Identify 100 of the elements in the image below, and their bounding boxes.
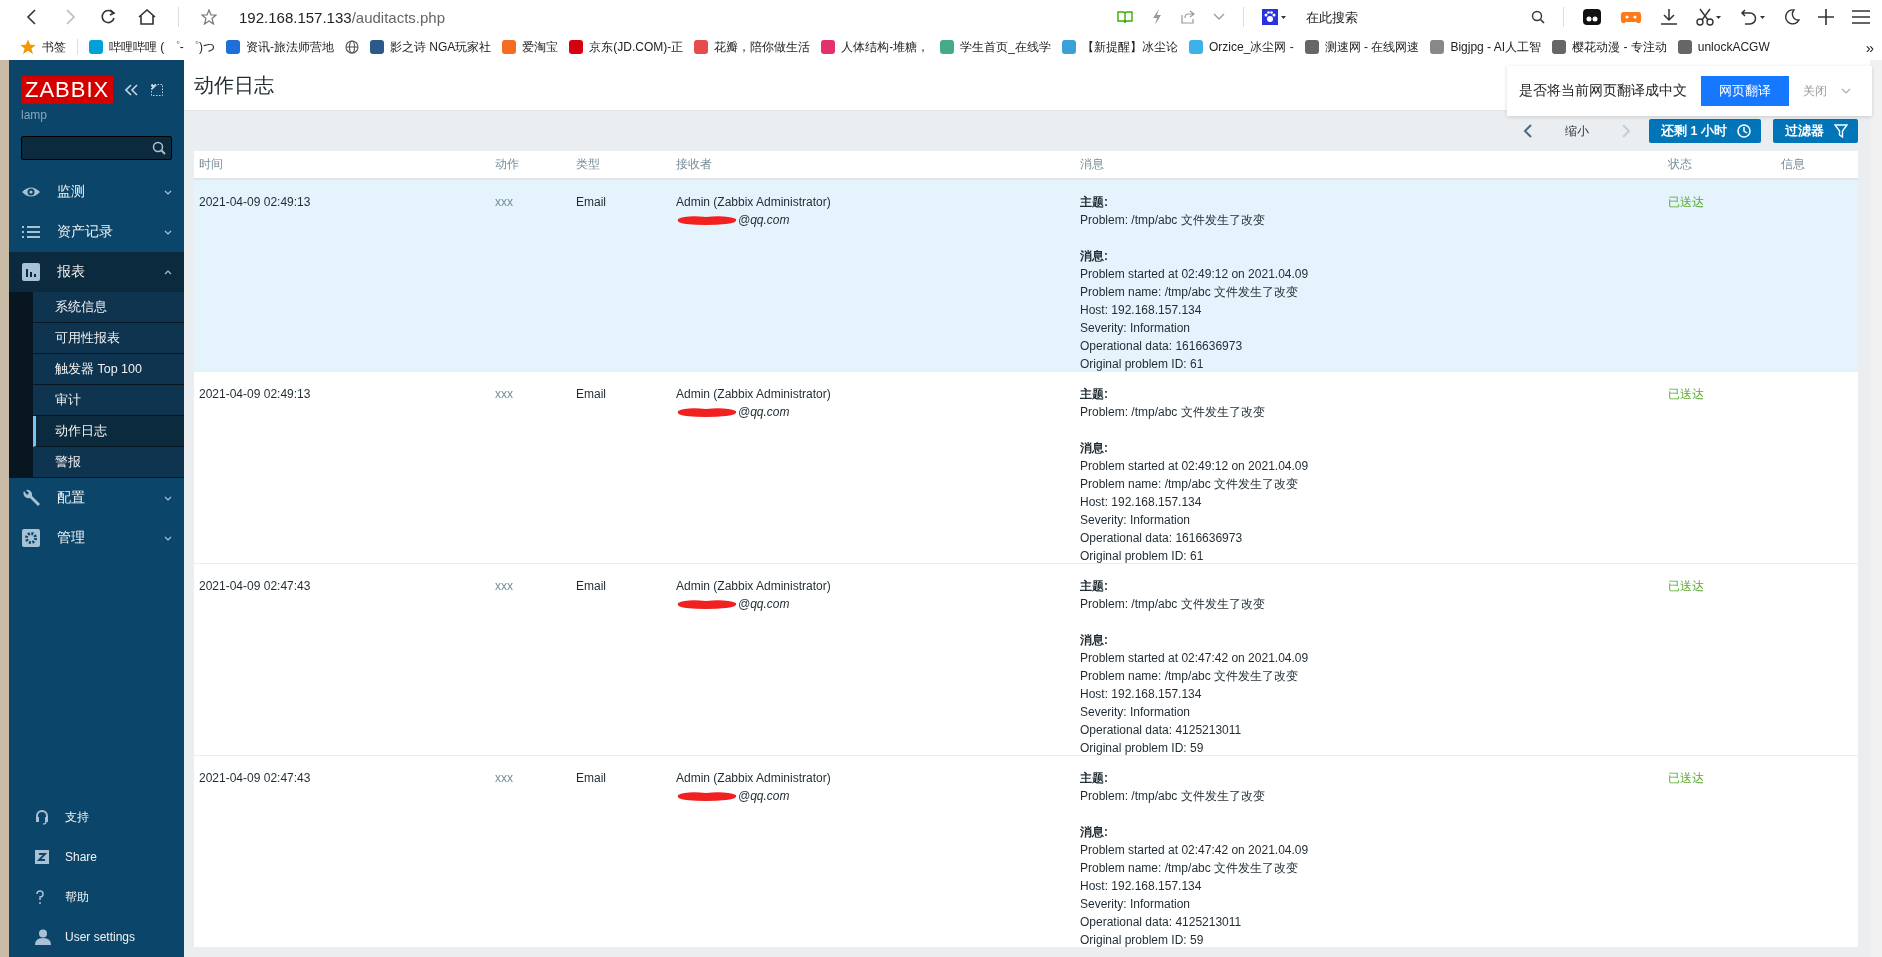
bookmark-link[interactable]: 哔哩哔哩 ( ゜- ゜)つ [89, 38, 215, 56]
collapse-icon[interactable] [125, 84, 140, 96]
menu-item[interactable]: 配置 [9, 478, 184, 518]
submenu-item[interactable]: 系统信息 [33, 292, 184, 323]
submenu-item[interactable]: 审计 [33, 385, 184, 416]
chevron-up-icon [164, 269, 172, 275]
clock-icon [1737, 124, 1751, 138]
search-icon[interactable] [1531, 10, 1545, 24]
column-header[interactable]: 时间 [194, 156, 490, 173]
submenu-item[interactable]: 可用性报表 [33, 323, 184, 354]
moon-icon[interactable] [1784, 9, 1800, 25]
bookmark-link[interactable]: 花瓣，陪你做生活 [694, 38, 811, 56]
table-cell: Email [576, 387, 606, 401]
address-bar[interactable]: 192.168.157.133/auditacts.php [239, 8, 1095, 26]
table-cell: xxx [495, 579, 513, 593]
site-icon [1552, 40, 1567, 54]
sidebar-search-field[interactable] [21, 136, 172, 160]
message-line: Severity: Information [1080, 512, 1191, 529]
submenu-item[interactable]: 触发器 Top 100 [33, 354, 184, 385]
bookmarks-folder[interactable]: 书签 [20, 38, 66, 56]
lightning-icon[interactable] [1151, 9, 1163, 25]
bookmark-link[interactable]: 人体结构-堆糖， [821, 38, 930, 56]
menu-item[interactable]: 管理 [9, 518, 184, 558]
redaction-mark [676, 598, 738, 610]
bookmark-link[interactable]: 资讯-旅法师营地 [226, 38, 334, 56]
bookmark-link[interactable]: 京东(JD.COM)-正 [569, 38, 684, 56]
paw-icon[interactable] [1262, 9, 1286, 25]
z-square-icon [35, 850, 49, 864]
bookmark-link[interactable]: 【新提醒】冰尘论 [1062, 38, 1178, 56]
gamepad-icon[interactable] [1582, 8, 1602, 26]
site-icon [226, 40, 240, 54]
filter-button[interactable]: 过滤器 [1773, 119, 1858, 143]
column-header[interactable]: 信息 [1776, 156, 1858, 173]
bookmark-link[interactable]: 学生首页_在线学 [940, 38, 1051, 56]
sidebar-link[interactable]: 帮助 [9, 877, 184, 917]
undo-icon[interactable] [1740, 8, 1766, 26]
previous-icon[interactable] [1523, 124, 1534, 138]
column-header[interactable]: 状态 [1663, 156, 1776, 173]
bookmark-link[interactable]: 测速网 - 在线网速 [1304, 38, 1420, 56]
download-icon[interactable] [1660, 8, 1678, 26]
message-line: Problem started at 02:47:42 on 2021.04.09 [1080, 842, 1309, 859]
recipient-name: Admin (Zabbix Administrator) [676, 194, 831, 211]
table-cell: xxx [495, 195, 513, 209]
gear-icon [21, 529, 41, 547]
scrollbar[interactable] [1870, 60, 1882, 957]
redaction-mark [676, 214, 738, 226]
funnel-icon [1834, 124, 1848, 138]
bookmark-link[interactable]: unlockACGW [1677, 40, 1770, 54]
submenu-item[interactable]: 动作日志 [33, 416, 184, 447]
submenu-item[interactable]: 警报 [33, 447, 184, 478]
more-bookmarks-button[interactable]: » [1865, 38, 1874, 56]
menu-icon[interactable] [1852, 10, 1870, 24]
table-cell: 2021-04-09 02:47:43 [199, 771, 311, 785]
sidebar-link[interactable]: 支持 [9, 797, 184, 837]
zoom-out-button[interactable]: 缩小 [1551, 122, 1604, 140]
sidebar-link[interactable]: User settings [9, 917, 184, 957]
zabbix-logo[interactable]: ZABBIX [21, 76, 114, 104]
server-name: lamp [20, 107, 48, 122]
menu-item[interactable]: 资产记录 [9, 212, 184, 252]
chevron-down-icon[interactable] [1213, 13, 1225, 21]
column-header[interactable]: 动作 [490, 156, 571, 173]
message-line: Problem name: /tmp/abc 文件发生了改变 [1080, 860, 1299, 877]
table-cell: 2021-04-09 02:49:13 [199, 387, 311, 401]
site-icon [821, 40, 836, 54]
time-range-button[interactable]: 还剩 1 小时 [1649, 119, 1761, 143]
search-icon [152, 141, 166, 155]
bookmark-link[interactable]: Bigjpg - AI人工智 [1430, 38, 1542, 56]
sidebar-link[interactable]: Share [9, 837, 184, 877]
message-label: 消息: [1080, 632, 1108, 649]
home-icon[interactable] [138, 9, 156, 25]
translate-button[interactable]: 网页翻译 [1701, 76, 1789, 106]
translate-prompt: 是否将当前网页翻译成中文 [1519, 82, 1687, 100]
column-header[interactable]: 消息 [1075, 156, 1663, 173]
bookmark-link[interactable]: 爱淘宝 [502, 38, 559, 56]
plus-icon[interactable] [1818, 9, 1834, 25]
column-header[interactable]: 接收者 [671, 156, 1075, 173]
recipient-name: Admin (Zabbix Administrator) [676, 386, 831, 403]
scissors-icon[interactable] [1696, 8, 1722, 26]
message-line: Operational data: 4125213011 [1080, 722, 1242, 739]
bookmark-link[interactable]: 樱花动漫 - 专注动 [1552, 38, 1667, 56]
wrench-icon [21, 489, 41, 507]
bookmark-link[interactable]: 影之诗 NGA玩家社 [370, 38, 492, 56]
message-line: Original problem ID: 61 [1080, 356, 1204, 373]
column-header[interactable]: 类型 [571, 156, 671, 173]
reload-icon[interactable] [100, 9, 116, 25]
table-cell: 2021-04-09 02:47:43 [199, 579, 311, 593]
redaction-mark [676, 406, 738, 418]
search-field[interactable]: 在此搜索 [1304, 8, 1513, 26]
menu-item[interactable]: 监测 [9, 172, 184, 212]
menu-item[interactable]: 报表 [9, 252, 184, 292]
bookmark-link[interactable]: Orzice_冰尘网 - [1189, 38, 1294, 56]
bookmark-star-icon[interactable] [201, 9, 217, 25]
subject-text: Problem: /tmp/abc 文件发生了改变 [1080, 404, 1265, 421]
share-icon[interactable] [1181, 10, 1195, 24]
site-icon [89, 40, 103, 54]
globe-icon[interactable] [345, 40, 359, 54]
book-icon[interactable] [1117, 10, 1133, 24]
table-cell: Email [576, 771, 606, 785]
subject-text: Problem: /tmp/abc 文件发生了改变 [1080, 596, 1265, 613]
message-line: Problem name: /tmp/abc 文件发生了改变 [1080, 668, 1299, 685]
